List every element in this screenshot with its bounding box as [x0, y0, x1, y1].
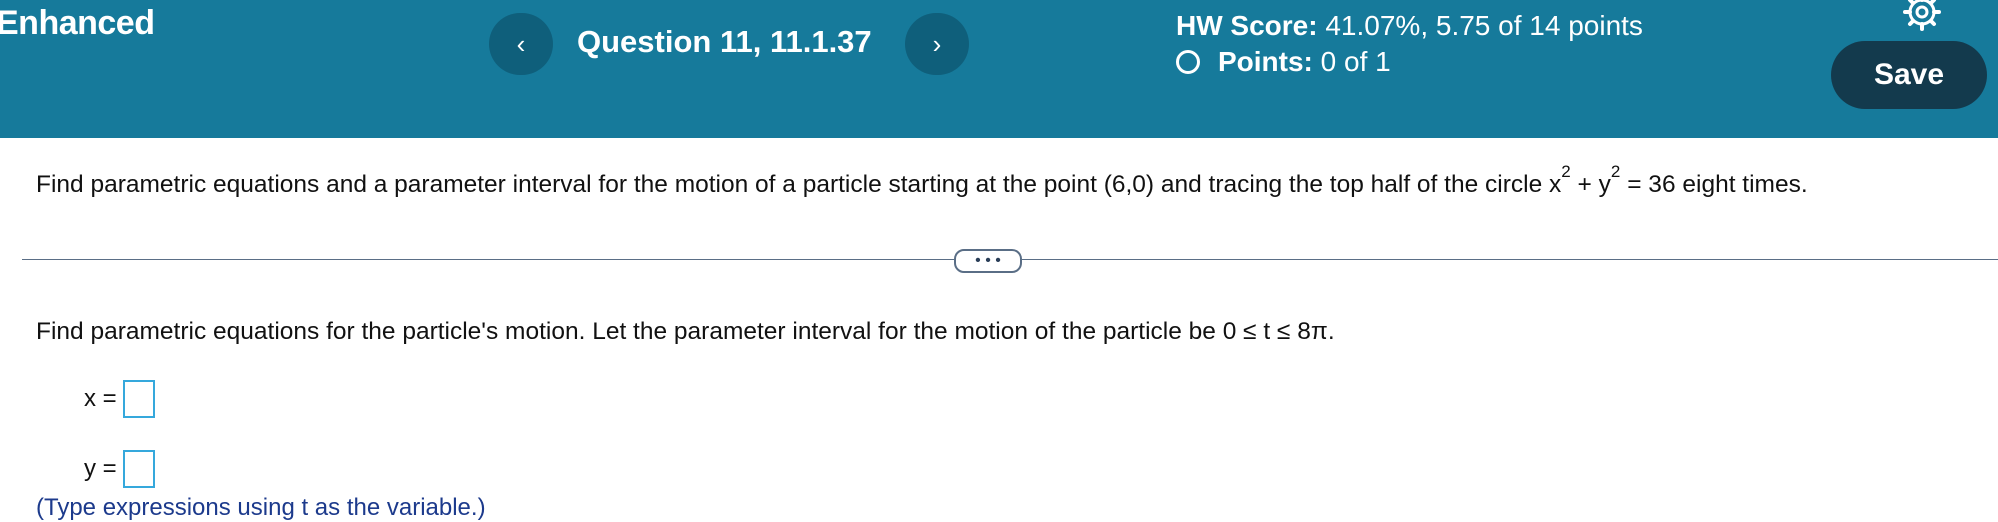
previous-question-button[interactable]: ‹ [489, 13, 553, 75]
expand-more-button[interactable]: • • • [954, 249, 1022, 273]
x-label: x = [84, 385, 117, 412]
next-question-button[interactable]: › [905, 13, 969, 75]
question-points: Points: 0 of 1 [1176, 46, 1391, 78]
chevron-right-icon: › [932, 28, 942, 59]
status-circle-icon [1176, 50, 1200, 74]
prompt-plus-y: + y [1570, 171, 1611, 199]
hw-score-label: HW Score: [1176, 10, 1318, 41]
exponent-x: 2 [1561, 162, 1571, 181]
points-label: Points: [1218, 46, 1313, 77]
save-button[interactable]: Save [1831, 41, 1987, 109]
points-value: 0 of 1 [1320, 46, 1391, 77]
y-equation-row: y = [84, 450, 155, 488]
input-hint: (Type expressions using t as the variabl… [36, 494, 486, 521]
header-bar: Enhanced ‹ Question 11, 11.1.37 › HW Sco… [0, 0, 1998, 138]
hw-score: HW Score: 41.07%, 5.75 of 14 points [1176, 10, 1643, 42]
prompt-text-end: = 36 eight times. [1620, 171, 1808, 199]
x-equation-row: x = [84, 380, 155, 418]
problem-prompt: Find parametric equations and a paramete… [36, 162, 1808, 199]
gear-icon[interactable] [1902, 0, 1942, 32]
prompt-text: Find parametric equations and a paramete… [36, 171, 1562, 199]
chevron-left-icon: ‹ [516, 28, 526, 59]
x-answer-input[interactable] [122, 380, 155, 418]
instruction-text: Find parametric equations for the partic… [36, 318, 1335, 345]
brand-title: Enhanced [0, 4, 155, 42]
question-title: Question 11, 11.1.37 [577, 24, 872, 59]
exponent-y: 2 [1610, 162, 1621, 181]
y-answer-input[interactable] [122, 450, 155, 488]
hw-score-value: 41.07%, 5.75 of 14 points [1325, 10, 1643, 41]
y-label: y = [84, 455, 117, 482]
